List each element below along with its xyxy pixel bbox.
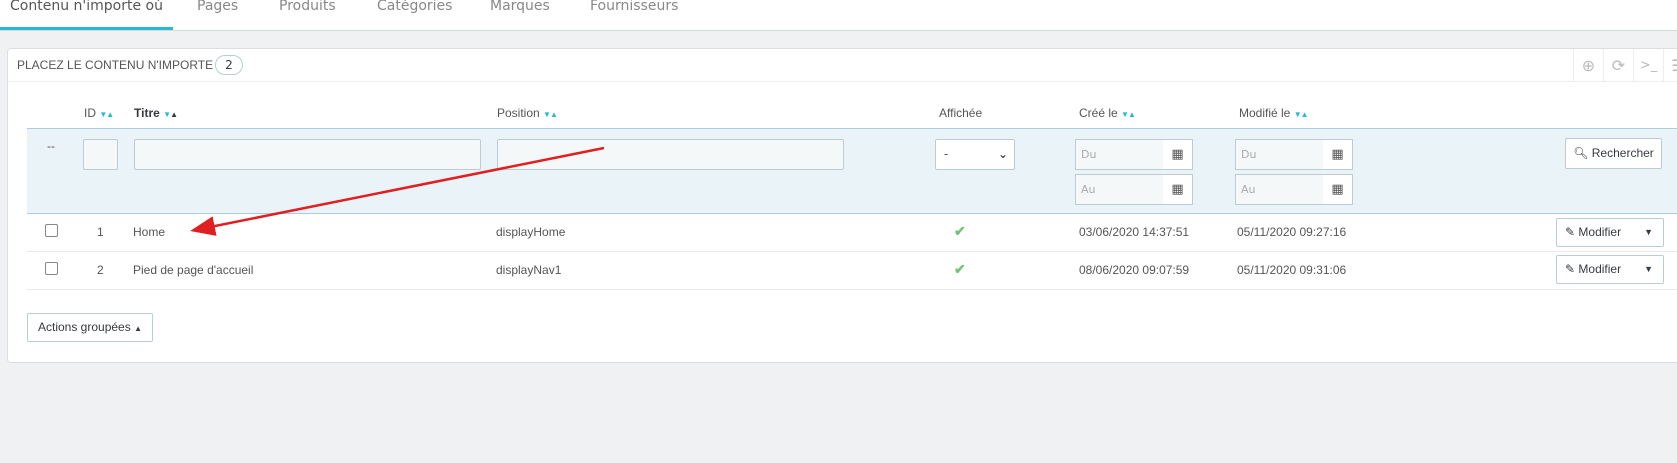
row-created: 03/06/2020 14:37:51 — [1079, 225, 1190, 239]
row-created: 08/06/2020 09:07:59 — [1079, 263, 1190, 277]
filter-cree-to[interactable]: Au — [1075, 174, 1167, 205]
sort-position-icon[interactable]: ▼▲ — [543, 110, 558, 119]
terminal-icon[interactable]: >_ — [1633, 49, 1663, 82]
panel-header: PLACEZ LE CONTENU N'IMPORTE OÙ 2 ⊕ ⟳ >_ … — [8, 49, 1677, 82]
filter-id-input[interactable] — [83, 139, 118, 170]
caret-down-icon[interactable]: ▼ — [1644, 219, 1653, 246]
tab-contenu[interactable]: Contenu n'importe où — [0, 0, 173, 30]
row-id: 1 — [97, 225, 104, 239]
row-modified: 05/11/2020 09:27:16 — [1237, 225, 1347, 239]
search-icon: 🔍︎ — [1573, 146, 1589, 160]
check-icon[interactable]: ✔ — [954, 223, 966, 240]
filter-cree-from[interactable]: Du — [1075, 139, 1167, 170]
pencil-icon: ✎ — [1565, 262, 1576, 276]
row-modified: 05/11/2020 09:31:06 — [1237, 263, 1347, 277]
header-modifie[interactable]: Modifié le ▼▲ — [1239, 106, 1309, 120]
panel-title: PLACEZ LE CONTENU N'IMPORTE OÙ — [17, 58, 235, 72]
filter-modifie-to[interactable]: Au — [1235, 174, 1327, 205]
tab-bar: Contenu n'importe où Pages Produits Caté… — [0, 0, 1677, 31]
row-title: Pied de page d'accueil — [133, 263, 254, 277]
chevron-down-icon: ⌄ — [997, 147, 1008, 161]
tab-pages[interactable]: Pages — [187, 0, 248, 30]
header-id[interactable]: ID ▼▲ — [84, 106, 114, 120]
bulk-placeholder: -- — [47, 139, 55, 153]
tab-produits[interactable]: Produits — [269, 0, 346, 30]
header-titre[interactable]: Titre ▼▲ — [134, 106, 178, 120]
filter-modifie-from[interactable]: Du — [1235, 139, 1327, 170]
calendar-icon[interactable]: ▦ — [1163, 174, 1193, 205]
header-cree[interactable]: Créé le ▼▲ — [1079, 106, 1136, 120]
sort-modifie-icon[interactable]: ▼▲ — [1294, 110, 1309, 119]
calendar-icon[interactable]: ▦ — [1323, 174, 1353, 205]
tab-marques[interactable]: Marques — [480, 0, 560, 30]
tab-fournisseurs[interactable]: Fournisseurs — [580, 0, 688, 30]
row-position: displayHome — [496, 225, 566, 239]
calendar-icon[interactable]: ▦ — [1163, 139, 1193, 170]
sort-id-icon[interactable]: ▼▲ — [99, 110, 114, 119]
edit-button[interactable]: ✎ Modifier ▼ — [1556, 218, 1664, 247]
edit-button[interactable]: ✎ Modifier ▼ — [1556, 255, 1664, 284]
filter-position-input[interactable] — [497, 139, 844, 170]
check-icon[interactable]: ✔ — [954, 261, 966, 278]
caret-down-icon[interactable]: ▼ — [1644, 256, 1653, 283]
filter-affichee-select[interactable]: - ⌄ — [935, 139, 1015, 170]
row-title: Home — [133, 225, 166, 239]
tab-categories[interactable]: Catégories — [367, 0, 462, 30]
header-position[interactable]: Position ▼▲ — [497, 106, 558, 120]
bulk-actions-button[interactable]: Actions groupées ▲ — [27, 313, 153, 342]
plus-circle-icon[interactable]: ⊕ — [1573, 49, 1603, 82]
table-row[interactable] — [27, 252, 1677, 290]
refresh-icon[interactable]: ⟳ — [1603, 49, 1633, 82]
caret-up-icon: ▲ — [134, 324, 142, 333]
count-badge: 2 — [215, 55, 243, 75]
sort-titre-icon[interactable]: ▼▲ — [163, 110, 178, 119]
table-row[interactable] — [27, 214, 1677, 252]
calendar-icon[interactable]: ▦ — [1323, 139, 1353, 170]
row-checkbox[interactable] — [45, 224, 58, 237]
header-affichee: Affichée — [939, 106, 983, 120]
database-icon[interactable]: ☰ — [1663, 49, 1677, 82]
filter-titre-input[interactable] — [134, 139, 481, 170]
row-id: 2 — [97, 263, 104, 277]
search-button[interactable]: 🔍︎ Rechercher — [1565, 138, 1662, 169]
row-position: displayNav1 — [496, 263, 562, 277]
row-checkbox[interactable] — [45, 262, 58, 275]
sort-cree-icon[interactable]: ▼▲ — [1121, 110, 1136, 119]
pencil-icon: ✎ — [1565, 225, 1576, 239]
